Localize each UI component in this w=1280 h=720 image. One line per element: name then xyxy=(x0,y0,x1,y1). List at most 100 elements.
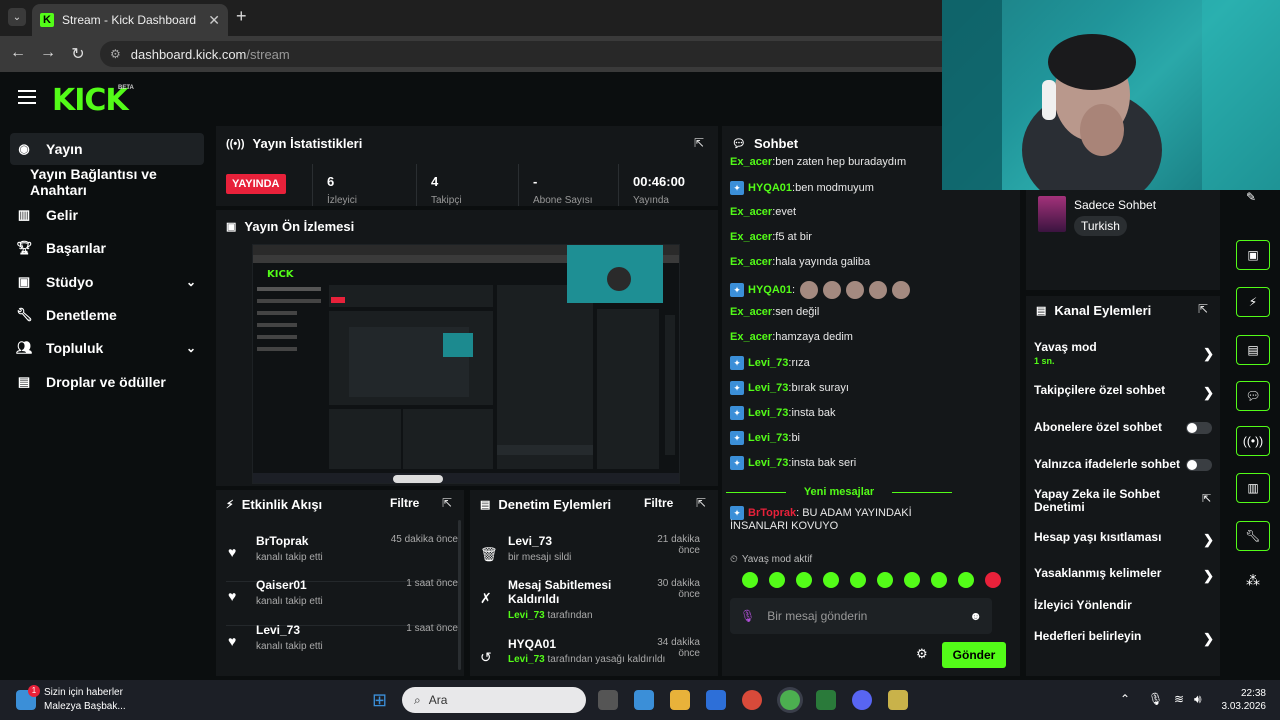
microphone-icon[interactable]: 🎙︎ xyxy=(740,609,755,623)
chat-username[interactable]: Ex_acer xyxy=(730,256,772,268)
news-widget[interactable]: Sizin için haberler Malezya Başbak... xyxy=(18,686,126,714)
new-tab-button[interactable]: + xyxy=(236,6,247,27)
chat-username[interactable]: Ex_acer xyxy=(730,206,772,218)
rail-chat-button[interactable]: 💬︎ xyxy=(1236,381,1270,411)
emote-icon[interactable] xyxy=(877,572,893,588)
emote-icon[interactable] xyxy=(823,572,839,588)
chat-username[interactable]: HYQA01 xyxy=(748,284,792,296)
send-button[interactable]: Gönder xyxy=(942,642,1006,668)
chat-username[interactable]: HYQA01 xyxy=(748,182,792,194)
sidebar-item-label: Başarılar xyxy=(46,240,106,256)
action-account-age[interactable]: Hesap yaşı kısıtlaması ❯ xyxy=(1034,530,1216,547)
emote-icon[interactable] xyxy=(769,572,785,588)
rail-actions-button[interactable]: ▥ xyxy=(1236,473,1270,503)
chat-username[interactable]: Levi_73 xyxy=(748,357,788,369)
panel-title: ((•)) Yayın İstatistikleri xyxy=(226,136,363,151)
action-followers-only[interactable]: Takipçilere özel sohbet ❯ xyxy=(1034,383,1216,400)
action-slow-mode[interactable]: Yavaş mod 1 sn. ❯ xyxy=(1034,340,1216,366)
emote-icon[interactable] xyxy=(985,572,1001,588)
chat-settings-icon[interactable]: ⚙ xyxy=(916,646,928,662)
stream-preview-video[interactable]: KICK xyxy=(252,244,680,484)
sidebar-item-drops[interactable]: ▤ Droplar ve ödüller xyxy=(10,366,204,398)
chat-username[interactable]: Ex_acer xyxy=(730,156,772,168)
popout-icon[interactable]: ⇱ xyxy=(442,496,452,510)
store-icon[interactable] xyxy=(706,690,726,710)
action-ai-moderation[interactable]: Yapay Zeka ile Sohbet Denetimi xyxy=(1034,488,1194,514)
task-view-icon[interactable] xyxy=(598,690,618,710)
file-explorer-icon[interactable] xyxy=(670,690,690,710)
chat-username[interactable]: Levi_73 xyxy=(748,382,788,394)
app-icon[interactable] xyxy=(634,690,654,710)
action-emotes-only[interactable]: Yalnızca ifadelerle sohbet xyxy=(1034,457,1216,471)
sidebar-item-stream-key[interactable]: Yayın Bağlantısı ve Anahtarı xyxy=(10,166,204,198)
chat-message-input[interactable]: 🎙︎ Bir mesaj gönderin ☻ xyxy=(730,598,992,634)
chat-username[interactable]: Ex_acer xyxy=(730,306,772,318)
sidebar-item-stream[interactable]: ◉ Yayın xyxy=(10,133,204,165)
bolt-icon: ⚡︎ xyxy=(226,499,234,511)
moderation-filter-button[interactable]: Filtre xyxy=(644,496,673,510)
chat-username[interactable]: Levi_73 xyxy=(748,407,788,419)
emote-icon[interactable] xyxy=(958,572,974,588)
sidebar-item-studio[interactable]: ▣ Stüdyo ⌄ xyxy=(10,266,204,298)
photos-icon[interactable] xyxy=(742,690,762,710)
sidebar-item-community[interactable]: 👥︎ Topluluk ⌄ xyxy=(10,332,204,364)
chat-username[interactable]: Levi_73 xyxy=(748,432,788,444)
toggle[interactable] xyxy=(1186,459,1212,471)
actions-icon: ▥ xyxy=(1247,481,1259,495)
emote-icon[interactable] xyxy=(904,572,920,588)
rail-broadcast-button[interactable]: ((•)) xyxy=(1236,426,1270,456)
kick-logo[interactable]: KICK xyxy=(52,83,129,118)
sidebar-item-revenue[interactable]: ▥ Gelir xyxy=(10,199,204,231)
chevron-up-icon[interactable]: ⌃ xyxy=(1120,692,1130,706)
popout-icon[interactable]: ⇱ xyxy=(696,496,706,510)
discord-icon[interactable] xyxy=(852,690,872,710)
menu-icon[interactable] xyxy=(18,90,36,104)
language-tag[interactable]: Turkish xyxy=(1074,216,1127,236)
app-icon-2[interactable] xyxy=(816,690,836,710)
browser-tab[interactable]: K Stream - Kick Dashboard ✕ xyxy=(32,4,228,36)
popout-icon[interactable]: ⇱ xyxy=(1198,302,1208,316)
app-icon-3[interactable] xyxy=(888,690,908,710)
url-field[interactable]: ⚙ dashboard.kick.com/stream xyxy=(100,41,960,67)
action-raid[interactable]: İzleyici Yönlendir xyxy=(1034,598,1216,612)
sidebar-item-moderation[interactable]: 🔧︎ Denetleme xyxy=(10,299,204,331)
activity-filter-button[interactable]: Filtre xyxy=(390,496,419,510)
toggle[interactable] xyxy=(1186,422,1212,434)
emote-icon[interactable] xyxy=(931,572,947,588)
microphone-icon[interactable]: 🎙︎ xyxy=(1148,692,1163,706)
windows-start-icon[interactable]: ⊞ xyxy=(372,690,387,711)
badge-icon: ✦ xyxy=(730,283,744,297)
scrollbar[interactable] xyxy=(458,520,461,670)
chat-username[interactable]: Ex_acer xyxy=(730,331,772,343)
emote-icon[interactable] xyxy=(742,572,758,588)
rail-notes-button[interactable]: ▤ xyxy=(1236,335,1270,365)
apps-icon[interactable]: ⁂ xyxy=(1246,572,1260,589)
back-icon[interactable]: ← xyxy=(8,44,28,62)
sidebar-item-achievements[interactable]: 🏆︎ Başarılar xyxy=(10,232,204,264)
wifi-icon[interactable]: ≋ xyxy=(1174,692,1184,706)
emote-icon[interactable] xyxy=(796,572,812,588)
chat-username[interactable]: Ex_acer xyxy=(730,231,772,243)
edit-icon[interactable]: ✎ xyxy=(1246,190,1256,204)
taskbar-search[interactable]: ⌕ Ara xyxy=(402,687,586,713)
emoji-icon[interactable]: ☻ xyxy=(969,609,982,623)
action-banned-words[interactable]: Yasaklanmış kelimeler ❯ xyxy=(1034,566,1216,583)
action-subscribers-only[interactable]: Abonelere özel sohbet xyxy=(1034,420,1216,434)
rail-preview-button[interactable]: ▣ xyxy=(1236,240,1270,270)
emote-icon[interactable] xyxy=(850,572,866,588)
popout-icon[interactable]: ⇱ xyxy=(694,136,704,150)
close-tab-icon[interactable]: ✕ xyxy=(208,12,220,29)
system-clock[interactable]: 22:38 3.03.2026 xyxy=(1222,687,1267,713)
external-link-icon[interactable]: ⇱ xyxy=(1202,492,1211,505)
action-goals[interactable]: Hedefleri belirleyin ❯ xyxy=(1034,629,1216,646)
reload-icon[interactable]: ↻ xyxy=(68,44,88,64)
tab-search-button[interactable]: ⌄ xyxy=(8,8,26,26)
forward-icon[interactable]: → xyxy=(38,44,58,62)
chat-username[interactable]: Levi_73 xyxy=(748,457,788,469)
rail-activity-button[interactable]: ⚡︎ xyxy=(1236,287,1270,317)
chevron-down-icon: ⌄ xyxy=(185,275,196,289)
chrome-icon[interactable] xyxy=(780,690,800,710)
rail-moderation-button[interactable]: 🔧︎ xyxy=(1236,521,1270,551)
site-info-icon[interactable]: ⚙ xyxy=(110,47,121,61)
volume-icon[interactable]: 🔊︎ xyxy=(1194,692,1202,707)
